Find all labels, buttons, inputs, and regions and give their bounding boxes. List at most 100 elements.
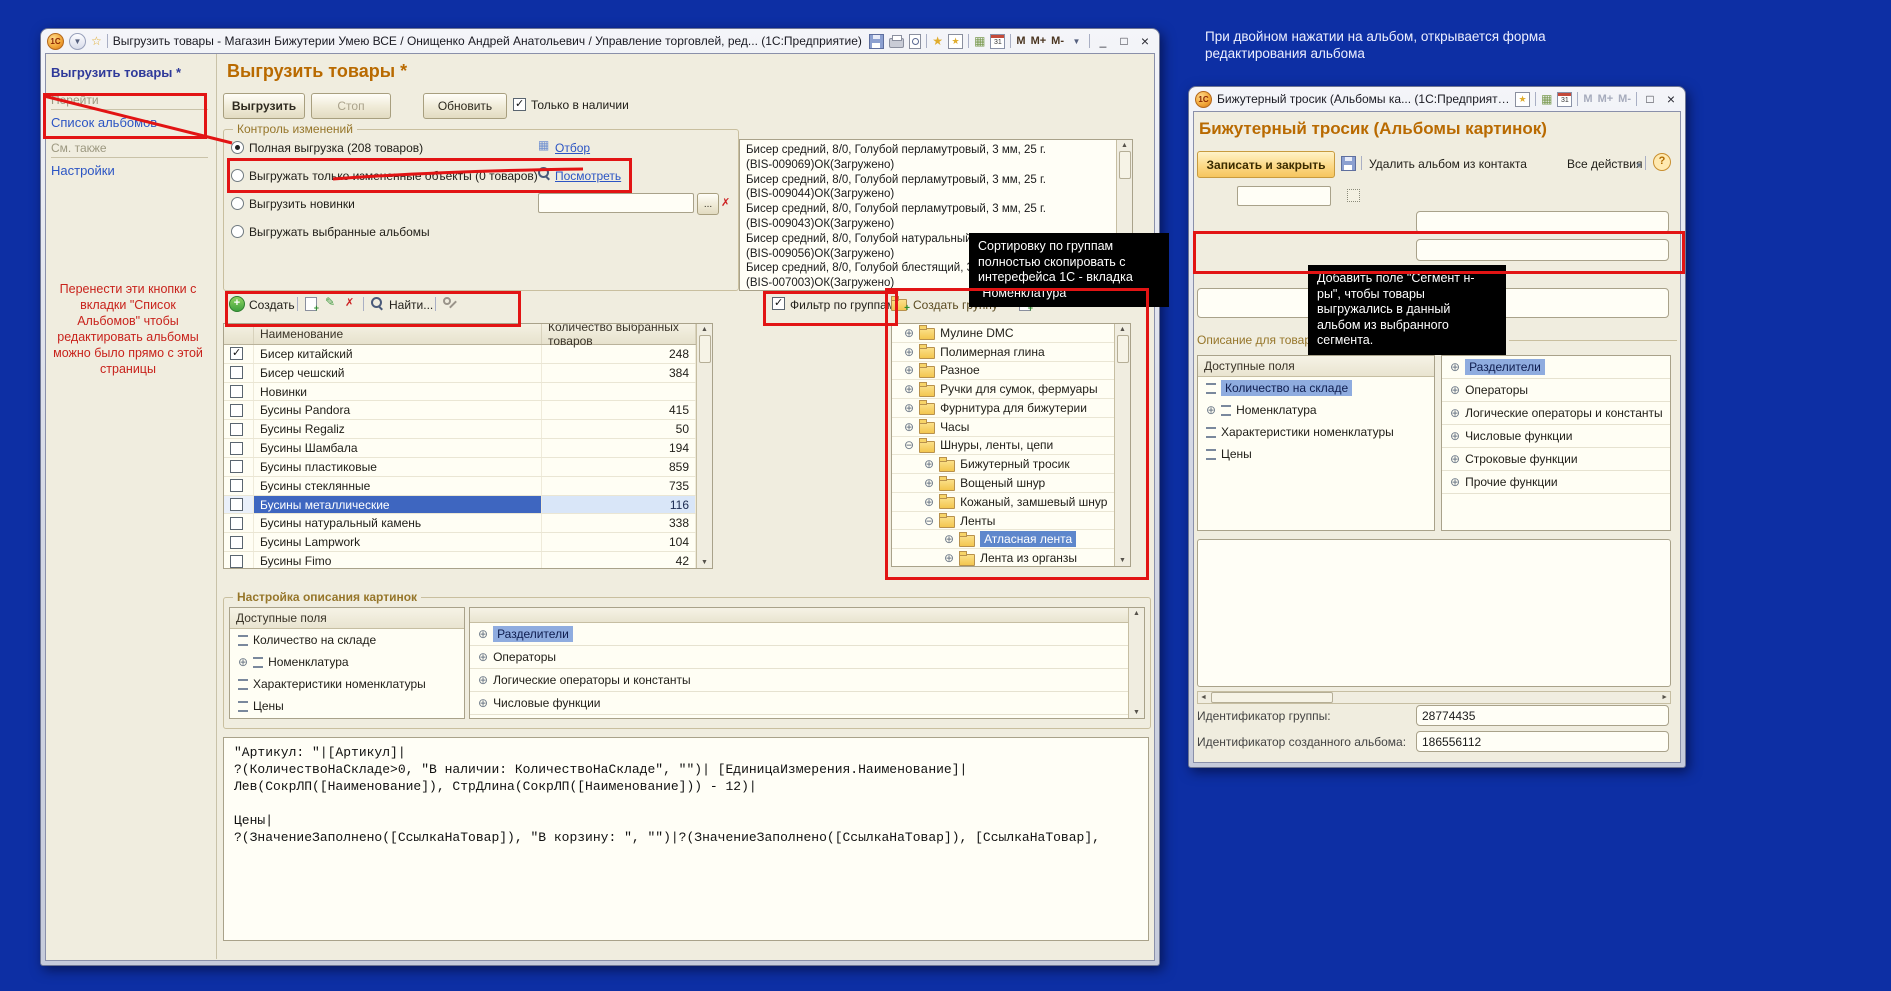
novelty-input[interactable] [538,193,694,213]
help-icon[interactable]: ? [1653,153,1671,171]
radio-upload-new[interactable] [231,197,244,210]
available-fields-panel[interactable]: Доступные поля Количество на складе⊕Номе… [229,607,465,719]
list-item[interactable]: ⊕Логические операторы и константы [470,669,1128,692]
only-new-checkbox[interactable] [1347,189,1360,202]
table-row[interactable]: Бусины металлические116 [224,496,696,515]
scale-m-button[interactable]: M [1016,35,1025,47]
table-row[interactable]: Бусины стеклянные735 [224,477,696,496]
calculator-icon[interactable]: ▦ [974,34,985,48]
upload-button[interactable]: Выгрузить [223,93,305,119]
sidebar-item-settings[interactable]: Настройки [51,163,115,178]
row-checkbox[interactable] [230,423,243,436]
list-item[interactable]: ⊕Логические операторы и константы [1442,402,1670,425]
scroll-left-icon[interactable]: ◄ [1200,694,1207,701]
select-filter-link[interactable]: Отбор [555,141,590,155]
list-item[interactable]: ⊕Разделители [1442,356,1670,379]
refresh-button[interactable]: Обновить [423,93,507,119]
table-row[interactable]: Бусины Fimo42 [224,552,696,569]
scale-m-plus-button[interactable]: M+ [1598,93,1614,105]
name-field[interactable] [1416,211,1669,233]
calculator-icon[interactable]: ▦ [1541,92,1552,106]
table-row[interactable]: Бусины пластиковые859 [224,458,696,477]
row-checkbox-cell[interactable] [224,439,254,457]
list-item[interactable]: ⊕Операторы [470,646,1128,669]
favorites-list-icon[interactable]: ★ [1515,92,1530,107]
radio-full-upload[interactable] [231,141,244,154]
row-checkbox-cell[interactable] [224,514,254,532]
row-checkbox-cell[interactable] [224,552,254,569]
stop-button[interactable]: Стоп [311,93,391,119]
scroll-thumb[interactable] [1211,692,1333,703]
expand-icon[interactable]: ⊕ [1206,403,1216,417]
row-checkbox-cell[interactable] [224,401,254,419]
list-item[interactable]: Количество на складе [1198,377,1434,399]
novelty-clear-icon[interactable]: ✗ [721,196,730,210]
save-icon[interactable] [869,34,884,49]
list-item[interactable]: ⊕Номенклатура [230,651,464,673]
calendar-icon[interactable]: 31 [1557,92,1572,107]
table-row[interactable]: Новинки [224,383,696,402]
maximize-button[interactable]: □ [1642,91,1658,107]
row-checkbox-cell[interactable] [224,533,254,551]
row-checkbox-cell[interactable] [224,383,254,401]
table-row[interactable]: Бусины Regaliz50 [224,420,696,439]
table-row[interactable]: Бисер китайский248 [224,345,696,364]
minimize-button[interactable]: _ [1095,33,1111,49]
code-field[interactable] [1237,186,1331,206]
album-functions-panel[interactable]: ⊕Разделители⊕Операторы⊕Логические операт… [1441,355,1671,531]
goods-table[interactable]: Наименование Количество выбранных товаро… [223,323,713,569]
row-checkbox-cell[interactable] [224,420,254,438]
goods-table-scrollbar[interactable]: ▲▼ [696,324,712,568]
only-in-stock-checkbox[interactable] [513,98,526,111]
row-checkbox[interactable] [230,460,243,473]
row-checkbox-cell[interactable] [224,458,254,476]
print-icon[interactable] [889,38,904,48]
table-row[interactable]: Бисер чешский384 [224,364,696,383]
close-button[interactable]: × [1137,33,1153,49]
scale-m-minus-button[interactable]: M- [1618,93,1631,105]
table-row[interactable]: Бусины Шамбала194 [224,439,696,458]
scale-m-minus-button[interactable]: M- [1051,35,1064,47]
expand-icon[interactable]: ⊕ [478,650,488,664]
maximize-button[interactable]: □ [1116,33,1132,49]
print-preview-icon[interactable] [909,34,921,49]
table-row[interactable]: Бусины Lampwork104 [224,533,696,552]
album-template-editor[interactable] [1197,539,1671,687]
favorites-star-icon[interactable]: ☆ [91,34,102,48]
list-item[interactable]: ⊕Операторы [1442,379,1670,402]
row-checkbox[interactable] [230,517,243,530]
group-id-field[interactable]: 28774435 [1416,705,1669,726]
row-checkbox-cell[interactable] [224,477,254,495]
favorites-list-icon[interactable]: ★ [948,34,963,49]
list-item[interactable]: Характеристики номенклатуры [230,673,464,695]
row-checkbox-cell[interactable] [224,345,254,363]
scroll-right-icon[interactable]: ► [1661,694,1668,701]
row-checkbox-cell[interactable] [224,496,254,514]
row-checkbox[interactable] [230,385,243,398]
row-checkbox[interactable] [230,366,243,379]
main-titlebar[interactable]: 1С ▼ ☆ Выгрузить товары - Магазин Бижуте… [41,29,1159,53]
description-template-editor[interactable]: "Артикул: "|[Артикул]| ?(КоличествоНаСкл… [223,737,1149,941]
add-favorite-icon[interactable]: ★ [932,34,943,48]
row-checkbox[interactable] [230,347,243,360]
list-item[interactable]: Цены [1198,443,1434,465]
radio-selected-albums[interactable] [231,225,244,238]
calendar-icon[interactable]: 31 [990,34,1005,49]
expand-icon[interactable]: ⊕ [1450,429,1460,443]
list-item[interactable]: ⊕Номенклатура [1198,399,1434,421]
table-row[interactable]: Бусины Pandora415 [224,401,696,420]
scale-m-button[interactable]: M [1583,93,1592,105]
expand-icon[interactable]: ⊕ [1450,452,1460,466]
expand-icon[interactable]: ⊕ [478,696,488,710]
expand-icon[interactable]: ⊕ [238,655,248,669]
table-row[interactable]: Бусины натуральный камень338 [224,514,696,533]
row-checkbox[interactable] [230,555,243,568]
novelty-choose-button[interactable]: ... [697,193,719,215]
row-checkbox[interactable] [230,498,243,511]
save-icon[interactable] [1341,156,1356,171]
album-id-field[interactable]: 186556112 [1416,731,1669,752]
window-menu-button[interactable]: ▼ [69,33,86,50]
list-item[interactable]: Цены [230,695,464,717]
delete-album-button[interactable]: Удалить альбом из контакта [1369,157,1527,171]
album-available-fields-panel[interactable]: Доступные поля Количество на складе⊕Номе… [1197,355,1435,531]
